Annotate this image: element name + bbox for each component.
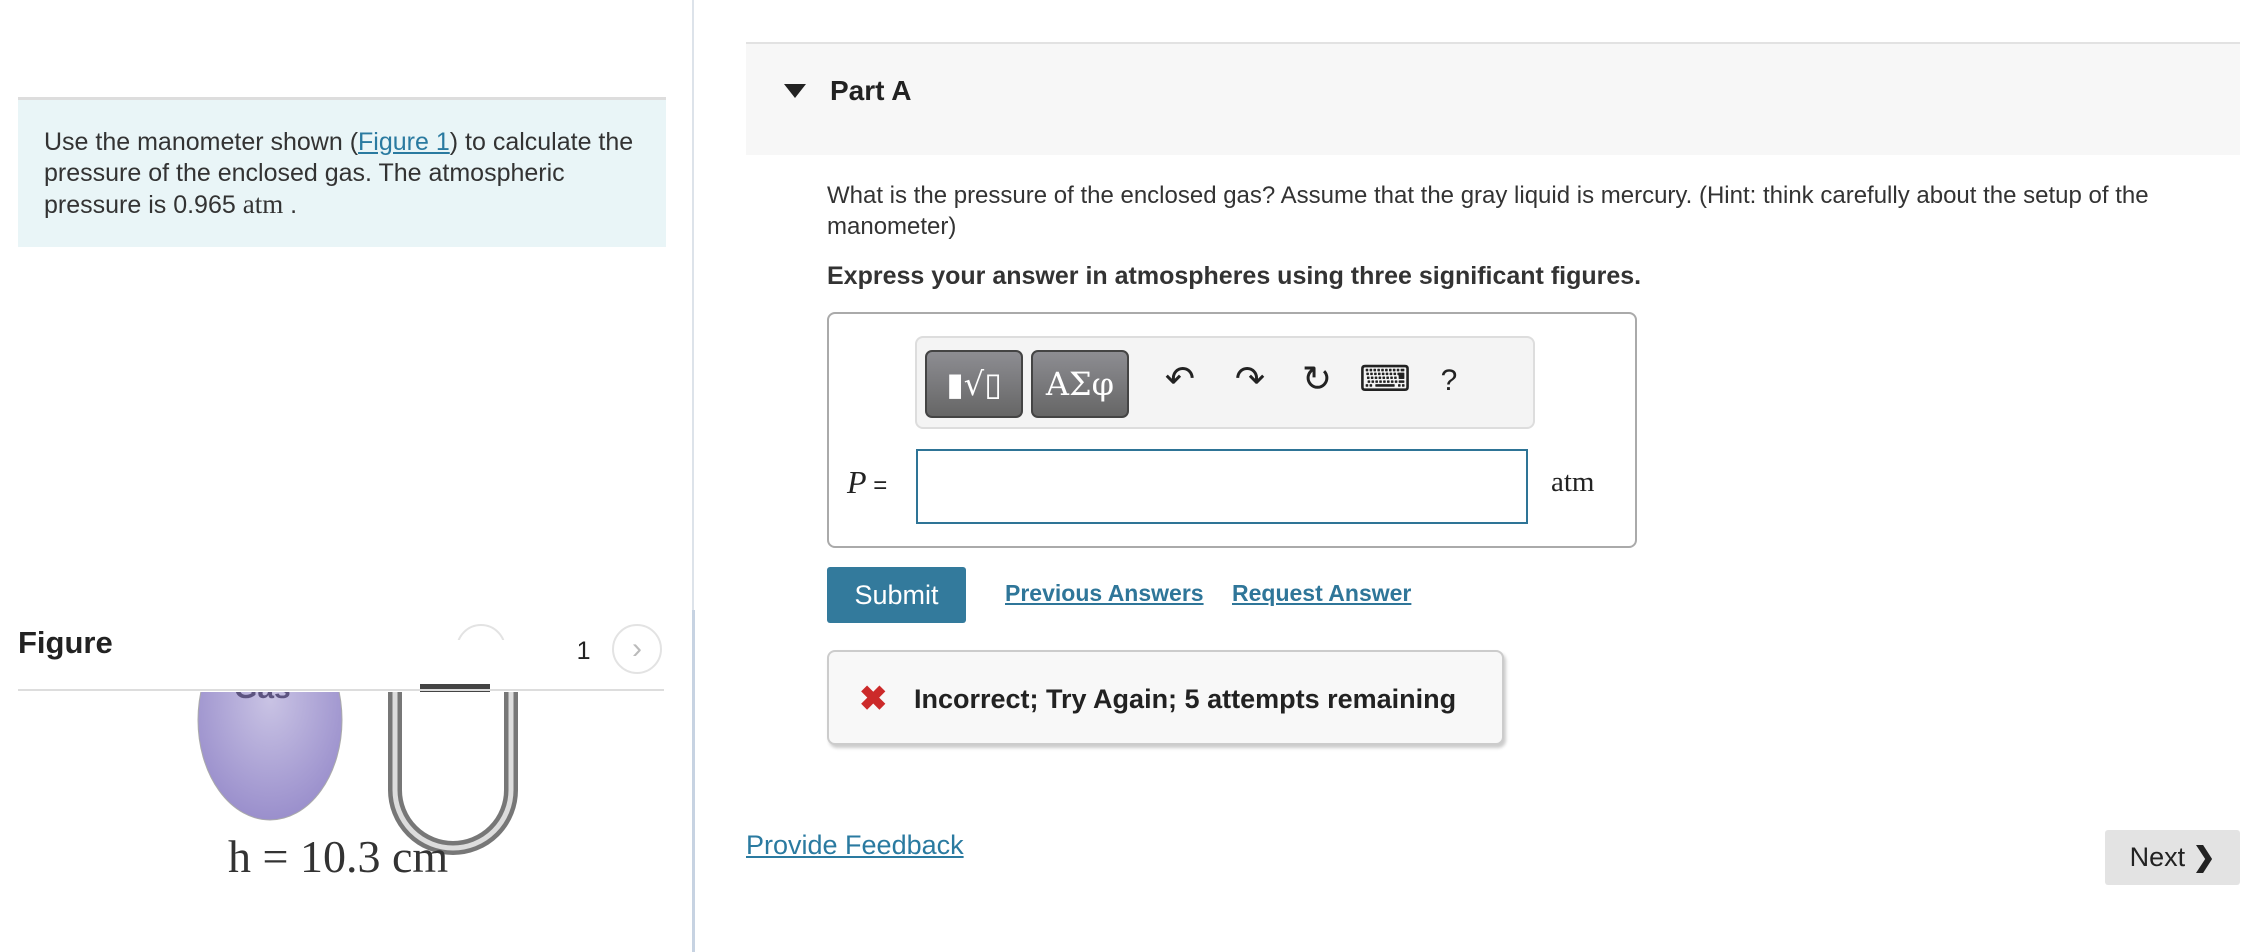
panel-resize-handle[interactable] (692, 610, 695, 952)
instruction-text: Express your answer in atmospheres using… (827, 262, 1642, 290)
help-icon[interactable]: ? (1424, 364, 1474, 398)
incorrect-x-icon: ✖ (859, 680, 888, 718)
redo-icon[interactable]: ↷ (1225, 358, 1275, 400)
templates-button[interactable]: ▮√▯ (925, 350, 1023, 418)
u-tube (388, 680, 518, 855)
problem-text: Use the manometer shown ( (44, 128, 359, 156)
math-toolbar: ▮√▯ ΑΣφ ↶ ↷ ↻ ⌨ ? (915, 336, 1535, 429)
answer-input[interactable] (916, 449, 1528, 524)
next-label: Next (2129, 842, 2186, 872)
figure-next-button[interactable]: › (612, 624, 662, 674)
variable-label: P = (847, 464, 887, 501)
provide-feedback-link[interactable]: Provide Feedback (746, 830, 964, 861)
unit: atm (242, 189, 284, 219)
keyboard-icon[interactable]: ⌨ (1359, 358, 1411, 400)
answer-unit: atm (1551, 466, 1595, 498)
request-answer-link[interactable]: Request Answer (1232, 580, 1411, 607)
reset-icon[interactable]: ↻ (1292, 358, 1342, 400)
problem-statement: Use the manometer shown (Figure 1) to ca… (18, 97, 666, 247)
feedback-box: ✖ Incorrect; Try Again; 5 attempts remai… (827, 650, 1504, 745)
equals-sign: = (866, 472, 888, 499)
part-a-header[interactable]: Part A (746, 42, 2240, 155)
figure-title: Figure (18, 625, 113, 660)
undo-icon[interactable]: ↶ (1155, 358, 1205, 400)
figure-link[interactable]: Figure 1 (358, 128, 450, 156)
templates-icon: ▮√▯ (946, 365, 1002, 403)
period: . (283, 191, 298, 219)
question-text: What is the pressure of the enclosed gas… (827, 182, 2149, 240)
feedback-text: Incorrect; Try Again; 5 attempts remaini… (914, 684, 1457, 714)
part-title: Part A (830, 75, 912, 106)
variable: P (847, 464, 867, 500)
chevron-right-icon: ❯ (2192, 842, 2216, 872)
collapse-triangle-icon[interactable] (784, 84, 806, 98)
symbols-button[interactable]: ΑΣφ (1031, 350, 1129, 418)
answer-box: ▮√▯ ΑΣφ ↶ ↷ ↻ ⌨ ? P = atm (827, 312, 1637, 548)
figure-caption: h = 10.3 cm (228, 831, 449, 882)
figure-header-line (18, 689, 664, 691)
previous-answers-link[interactable]: Previous Answers (1005, 580, 1204, 607)
greek-symbols-icon: ΑΣφ (1045, 365, 1115, 403)
chevron-right-icon: › (632, 632, 642, 665)
next-button[interactable]: Next ❯ (2105, 830, 2240, 885)
submit-button[interactable]: Submit (827, 567, 966, 623)
